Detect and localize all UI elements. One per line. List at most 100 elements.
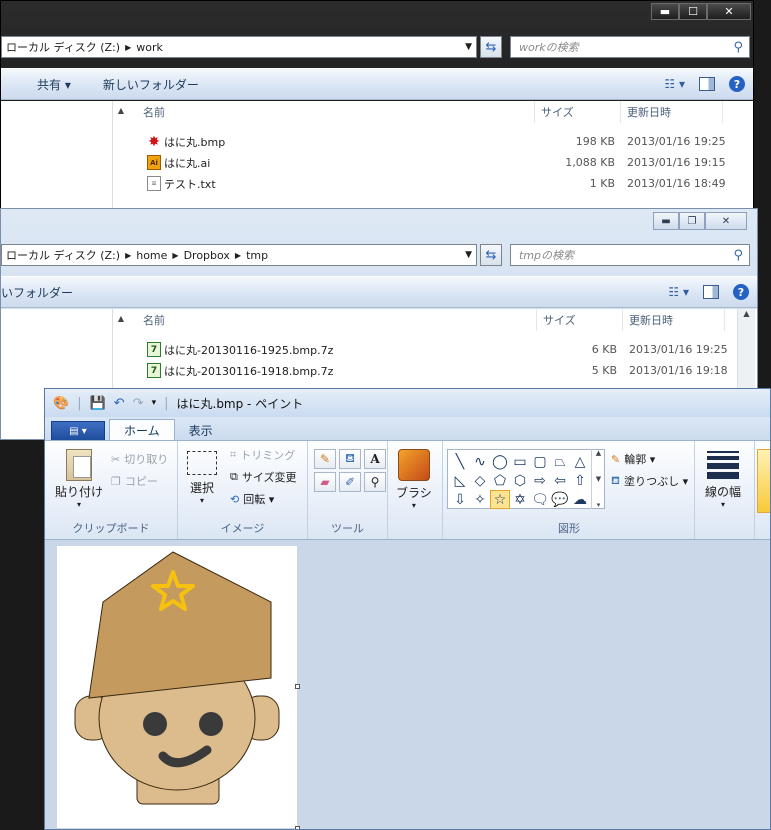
close-button[interactable]: ✕ bbox=[705, 212, 747, 230]
address-segment-dropbox[interactable]: Dropbox bbox=[184, 249, 230, 262]
rectangle-shape-icon[interactable]: ▭ bbox=[510, 452, 530, 471]
fill-bucket-icon[interactable]: ⛾ bbox=[339, 449, 361, 469]
line-width-button[interactable]: 線の幅 ▾ bbox=[705, 451, 741, 509]
cut-button[interactable]: ✂ 切り取り bbox=[111, 451, 168, 467]
restore-button[interactable]: ❐ bbox=[679, 212, 705, 230]
right-triangle-shape-icon[interactable]: ◺ bbox=[450, 471, 470, 490]
preview-pane-icon[interactable] bbox=[703, 285, 719, 299]
eraser-icon[interactable]: ▰ bbox=[314, 472, 336, 492]
address-segment-drive[interactable]: ローカル ディスク (Z:) bbox=[6, 39, 120, 55]
magnifier-icon[interactable]: ⚲ bbox=[364, 472, 386, 492]
line-shape-icon[interactable]: ╲ bbox=[450, 452, 470, 471]
color1-button[interactable] bbox=[757, 449, 770, 513]
four-point-star-shape-icon[interactable]: ✧ bbox=[470, 490, 490, 509]
curve-shape-icon[interactable]: ∿ bbox=[470, 452, 490, 471]
preview-pane-icon[interactable] bbox=[699, 77, 715, 91]
arrow-left-shape-icon[interactable]: ⇦ bbox=[550, 471, 570, 490]
column-header-size[interactable]: サイズ bbox=[537, 101, 621, 123]
triangle-shape-icon[interactable]: △ bbox=[570, 452, 590, 471]
scroll-up-icon[interactable]: ▲ bbox=[596, 449, 601, 457]
share-menu[interactable]: 共有 ▾ bbox=[37, 76, 71, 93]
table-row[interactable]: ✸ はに丸.bmp 198 KB 2013/01/16 19:25 bbox=[1, 131, 753, 152]
scroll-down-icon[interactable]: ▼ bbox=[596, 475, 601, 483]
arrow-up-shape-icon[interactable]: ⇧ bbox=[570, 471, 590, 490]
minimize-button[interactable]: ▬ bbox=[651, 3, 679, 20]
polygon-shape-icon[interactable]: ⏢ bbox=[550, 452, 570, 471]
diamond-shape-icon[interactable]: ◇ bbox=[470, 471, 490, 490]
tab-view[interactable]: 表示 bbox=[175, 419, 227, 441]
six-point-star-shape-icon[interactable]: ✡ bbox=[510, 490, 530, 509]
help-icon[interactable]: ? bbox=[733, 284, 749, 300]
chevron-right-icon[interactable]: ▶ bbox=[125, 43, 131, 52]
address-segment-tmp[interactable]: tmp bbox=[246, 249, 268, 262]
help-icon[interactable]: ? bbox=[729, 76, 745, 92]
copy-button[interactable]: ❐ コピー bbox=[111, 473, 158, 489]
new-folder-button[interactable]: いフォルダー bbox=[1, 284, 73, 301]
address-bar[interactable]: ローカル ディスク (Z:) ▶ home ▶ Dropbox ▶ tmp ▼ bbox=[1, 244, 477, 266]
customize-toolbar-icon[interactable]: ▾ bbox=[152, 398, 157, 408]
hexagon-shape-icon[interactable]: ⬡ bbox=[510, 471, 530, 490]
chevron-right-icon[interactable]: ▶ bbox=[125, 251, 131, 260]
scroll-up-icon[interactable]: ▲ bbox=[113, 309, 129, 327]
search-input[interactable]: workの検索 ⚲ bbox=[510, 36, 750, 58]
oval-shape-icon[interactable]: ◯ bbox=[490, 452, 510, 471]
crop-button[interactable]: ⌗ トリミング bbox=[230, 447, 295, 463]
address-segment-home[interactable]: home bbox=[136, 249, 167, 262]
text-tool-icon[interactable]: A bbox=[364, 449, 386, 469]
table-row[interactable]: Ai はに丸.ai 1,088 KB 2013/01/16 19:15 bbox=[1, 152, 753, 173]
refresh-button[interactable]: ⇆ bbox=[480, 244, 502, 266]
five-point-star-shape-icon[interactable]: ☆ bbox=[490, 490, 510, 509]
chevron-right-icon[interactable]: ▶ bbox=[235, 251, 241, 260]
search-icon[interactable]: ⚲ bbox=[733, 248, 743, 263]
arrow-down-shape-icon[interactable]: ⇩ bbox=[450, 490, 470, 509]
resize-button[interactable]: ⧉ サイズ変更 bbox=[230, 469, 297, 485]
maximize-button[interactable]: ☐ bbox=[679, 3, 707, 20]
callout-rect-shape-icon[interactable]: 🗨 bbox=[530, 490, 550, 509]
chevron-down-icon[interactable]: ▼ bbox=[465, 250, 472, 260]
table-row[interactable]: 7 はに丸-20130116-1925.bmp.7z 6 KB 2013/01/1… bbox=[1, 339, 737, 360]
shapes-gallery[interactable]: ╲ ∿ ◯ ▭ ▢ ⏢ △ ◺ ◇ ⬠ ⬡ ⇨ ⇦ ⇧ ⇩ ✧ ☆ ✡ 🗨 💬 … bbox=[447, 449, 605, 509]
tab-home[interactable]: ホーム bbox=[109, 419, 175, 441]
paste-button[interactable]: 貼り付け ▾ bbox=[55, 449, 103, 509]
address-segment-drive[interactable]: ローカル ディスク (Z:) bbox=[6, 247, 120, 263]
address-bar[interactable]: ローカル ディスク (Z:) ▶ work ▼ bbox=[1, 36, 477, 58]
resize-handle-corner[interactable] bbox=[295, 826, 300, 829]
scroll-up-icon[interactable]: ▲ bbox=[738, 309, 755, 318]
refresh-button[interactable]: ⇆ bbox=[480, 36, 502, 58]
new-folder-button[interactable]: 新しいフォルダー bbox=[103, 76, 199, 93]
file-menu-button[interactable]: ▤ ▾ bbox=[51, 421, 105, 441]
view-options-icon[interactable]: ☷ ▾ bbox=[668, 285, 689, 299]
redo-icon[interactable]: ↷ bbox=[133, 396, 144, 411]
brushes-button[interactable]: ブラシ ▾ bbox=[396, 449, 432, 510]
rounded-rectangle-shape-icon[interactable]: ▢ bbox=[530, 452, 550, 471]
chevron-right-icon[interactable]: ▶ bbox=[172, 251, 178, 260]
scroll-up-icon[interactable]: ▲ bbox=[113, 101, 129, 119]
callout-oval-shape-icon[interactable]: 💬 bbox=[550, 490, 570, 509]
resize-handle-right[interactable] bbox=[295, 684, 300, 689]
paint-app-icon[interactable]: 🎨 bbox=[53, 396, 69, 411]
pencil-icon[interactable]: ✎ bbox=[314, 449, 336, 469]
column-header-date[interactable]: 更新日時 bbox=[623, 101, 723, 123]
rotate-button[interactable]: ⟲ 回転 ▾ bbox=[230, 491, 274, 507]
select-button[interactable]: 選択 ▾ bbox=[187, 451, 217, 505]
expand-gallery-icon[interactable]: ▾ bbox=[597, 501, 601, 509]
drawing-canvas[interactable] bbox=[57, 546, 297, 828]
color-picker-icon[interactable]: ✐ bbox=[339, 472, 361, 492]
table-row[interactable]: ≡ テスト.txt 1 KB 2013/01/16 18:49 bbox=[1, 173, 753, 194]
arrow-right-shape-icon[interactable]: ⇨ bbox=[530, 471, 550, 490]
column-header-name[interactable]: 名前 bbox=[139, 309, 537, 331]
save-icon[interactable]: 💾 bbox=[90, 396, 106, 411]
search-icon[interactable]: ⚲ bbox=[733, 40, 743, 55]
outline-button[interactable]: ✎ 輪郭 ▾ bbox=[611, 451, 655, 467]
address-segment-work[interactable]: work bbox=[136, 41, 163, 54]
chevron-down-icon[interactable]: ▼ bbox=[465, 42, 472, 52]
cloud-callout-shape-icon[interactable]: ☁ bbox=[570, 490, 590, 509]
undo-icon[interactable]: ↶ bbox=[114, 396, 125, 411]
close-button[interactable]: ✕ bbox=[707, 3, 751, 20]
table-row[interactable]: 7 はに丸-20130116-1918.bmp.7z 5 KB 2013/01/1… bbox=[1, 360, 737, 381]
column-header-date[interactable]: 更新日時 bbox=[625, 309, 725, 331]
minimize-button[interactable]: ▬ bbox=[653, 212, 679, 230]
column-header-name[interactable]: 名前 bbox=[139, 101, 535, 123]
fill-button[interactable]: ⛾ 塗りつぶし ▾ bbox=[611, 473, 688, 489]
shapes-scroll[interactable]: ▲ ▼ ▾ bbox=[591, 449, 605, 509]
